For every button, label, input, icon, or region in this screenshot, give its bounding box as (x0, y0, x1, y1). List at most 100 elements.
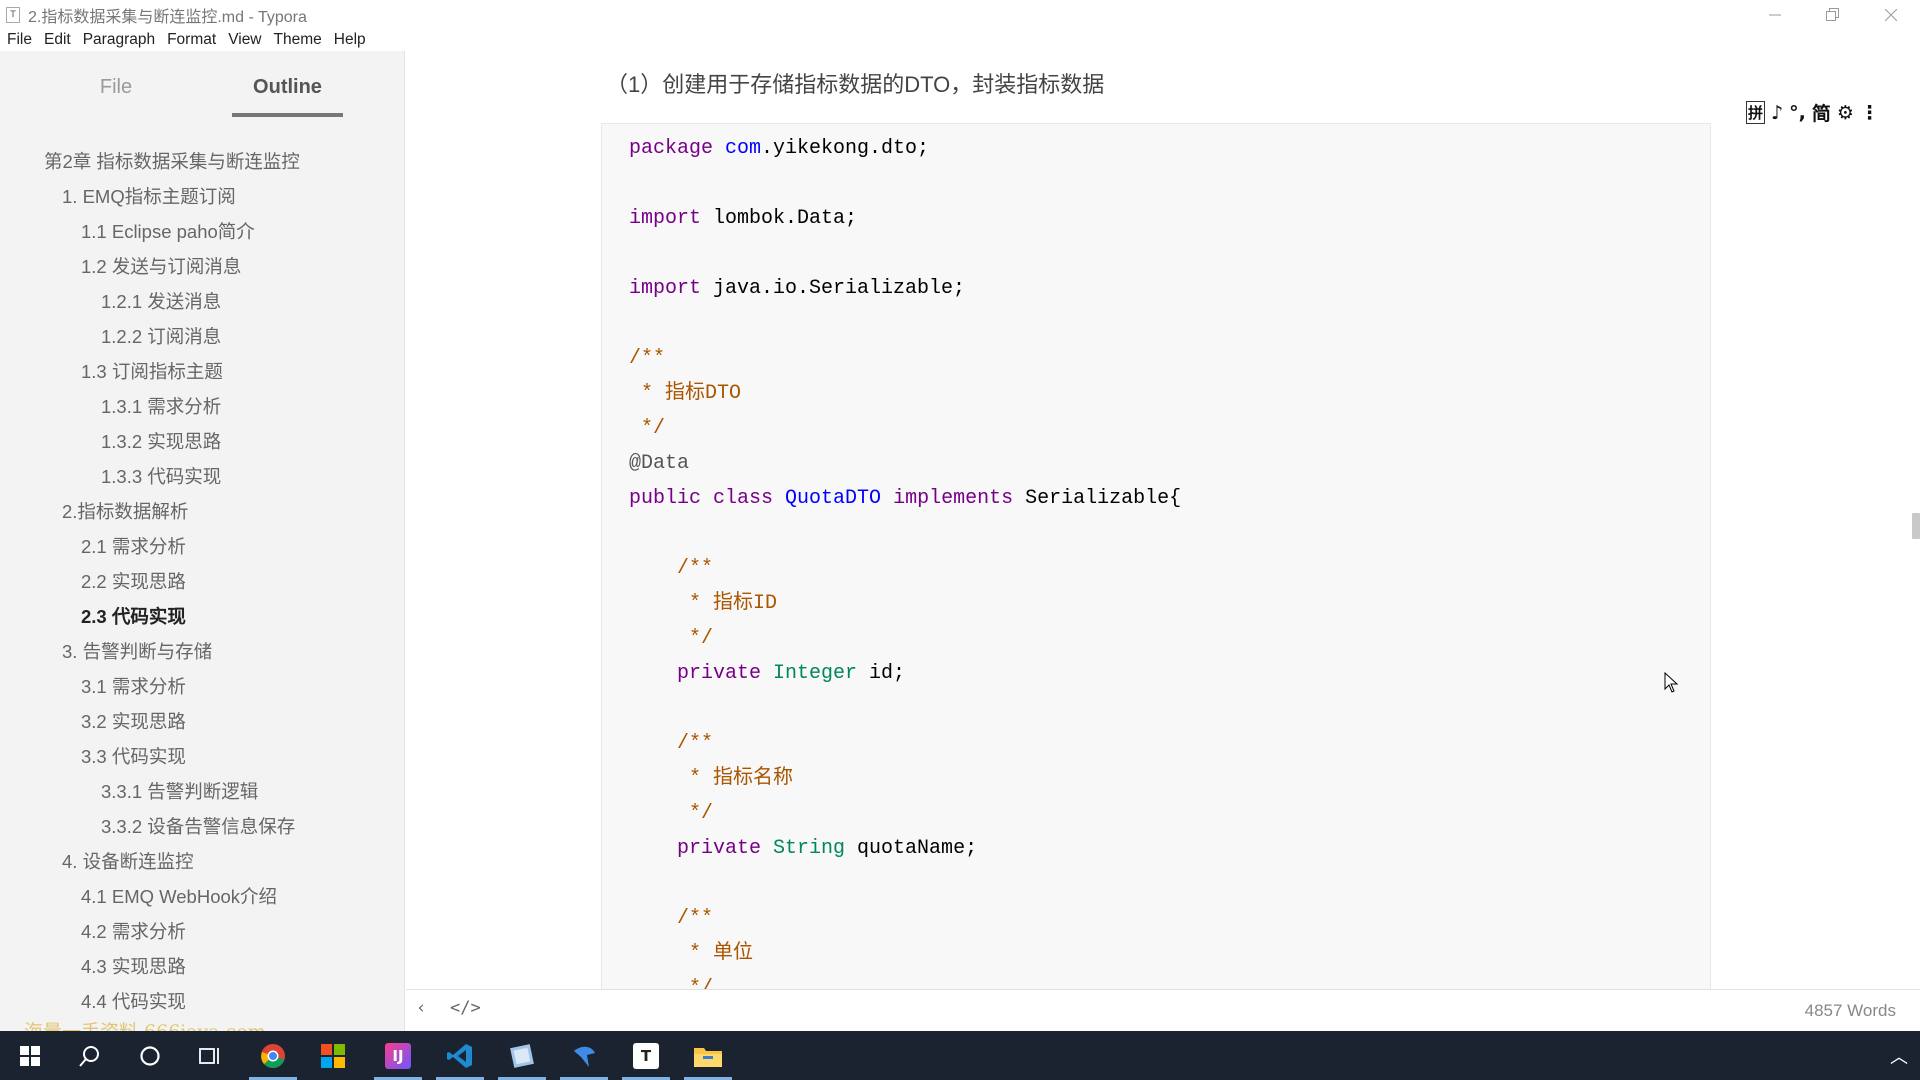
outline-item[interactable]: 3.3.1 告警判断逻辑 (101, 777, 258, 807)
outline-item[interactable]: 3. 告警判断与存储 (62, 637, 212, 667)
toggle-sidebar-button[interactable]: ‹ (416, 998, 426, 1018)
outline-item[interactable]: 1.3.1 需求分析 (101, 392, 221, 422)
menu-view[interactable]: View (228, 31, 261, 49)
code-token: com (725, 137, 762, 160)
minimize-button[interactable] (1746, 0, 1804, 29)
code-token: Serializable{ (1025, 487, 1182, 510)
menu-bar: File Edit Paragraph Format View Theme He… (0, 29, 405, 51)
code-token: public (629, 487, 714, 510)
code-token: * 指标名称 (629, 767, 794, 790)
taskbar-vscode[interactable] (430, 1031, 490, 1080)
outline-item[interactable]: 3.1 需求分析 (81, 672, 186, 702)
code-token: private (629, 662, 774, 685)
restore-icon (1826, 7, 1839, 21)
outline-item[interactable]: 1.3.2 实现思路 (101, 427, 221, 457)
outline-item[interactable]: 1.3 订阅指标主题 (81, 357, 223, 387)
chrome-icon (261, 1043, 285, 1068)
outline-item[interactable]: 1.2.1 发送消息 (101, 287, 221, 317)
code-line: */ (629, 624, 713, 654)
taskbar-intellij[interactable]: IJ (368, 1031, 428, 1080)
code-token: lombok.Data; (713, 207, 858, 230)
ime-pinyin-icon[interactable]: 拼 (1746, 101, 1766, 124)
title-bar: T 2.指标数据采集与断连监控.md - Typora (0, 0, 1920, 29)
mouse-pointer-icon (1664, 672, 1679, 693)
code-token: import (629, 207, 714, 230)
outline-item[interactable]: 2.2 实现思路 (81, 567, 186, 597)
word-count[interactable]: 4857 Words (1805, 1001, 1896, 1021)
window-controls (1746, 0, 1920, 29)
ime-punctuation-icon[interactable]: °, (1789, 102, 1806, 124)
code-token: /** (629, 557, 714, 580)
tray-chevron-icon[interactable]: ︿ (1890, 1043, 1908, 1069)
outline-item[interactable]: 4.2 需求分析 (81, 917, 186, 947)
menu-help[interactable]: Help (334, 31, 366, 49)
task-view-icon (199, 1047, 219, 1064)
code-line: import lombok.Data; (629, 204, 857, 234)
taskbar-typora[interactable]: T (616, 1031, 676, 1080)
status-bar: ‹ </> 4857 Words (406, 989, 1920, 1031)
menu-format[interactable]: Format (167, 31, 216, 49)
code-token: implements (893, 487, 1026, 510)
code-token: /** (629, 347, 666, 370)
close-button[interactable] (1862, 0, 1920, 29)
outline-item[interactable]: 4.1 EMQ WebHook介绍 (81, 882, 277, 912)
outline-item[interactable]: 4.3 实现思路 (81, 952, 186, 982)
ime-more-icon[interactable]: ⋮ (1860, 102, 1879, 124)
code-line: package com.yikekong.dto; (629, 134, 929, 164)
taskbar-chrome[interactable] (243, 1031, 303, 1080)
outline-item[interactable]: 3.2 实现思路 (81, 707, 186, 737)
outline-item[interactable]: 1. EMQ指标主题订阅 (62, 182, 236, 212)
outline-item[interactable]: 1.2.2 订阅消息 (101, 322, 221, 352)
editor[interactable]: （1）创建用于存储指标数据的DTO，封装指标数据 拼 ♪ °, 简 ⚙ ⋮ pa… (406, 29, 1920, 1023)
outline-item[interactable]: 1.2 发送与订阅消息 (81, 252, 241, 282)
source-code-mode-button[interactable]: </> (450, 998, 481, 1018)
code-line: /** (629, 554, 713, 584)
code-token: import (629, 277, 714, 300)
menu-file[interactable]: File (7, 31, 32, 49)
outline-item[interactable]: 2.1 需求分析 (81, 532, 186, 562)
outline-item[interactable]: 4.4 代码实现 (81, 987, 186, 1017)
restore-button[interactable] (1804, 0, 1862, 29)
ime-settings-icon[interactable]: ⚙ (1837, 102, 1854, 124)
sidebar: File Outline 第2章 指标数据采集与断连监控 1. EMQ指标主题订阅… (0, 51, 405, 1043)
file-explorer-icon (694, 1047, 722, 1067)
outline-item[interactable]: 1.3.3 代码实现 (101, 462, 221, 492)
code-line: @Data (629, 449, 689, 479)
code-token: class (713, 487, 786, 510)
code-token: * 单位 (629, 942, 754, 965)
menu-edit[interactable]: Edit (44, 31, 71, 49)
outline-item[interactable]: 第2章 指标数据采集与断连监控 (44, 147, 300, 177)
outline-item[interactable]: 1.1 Eclipse paho简介 (81, 217, 255, 247)
outline-item[interactable]: 3.3 代码实现 (81, 742, 186, 772)
typora-icon: T (633, 1042, 659, 1069)
task-view-button[interactable] (180, 1031, 240, 1080)
menu-theme[interactable]: Theme (274, 31, 322, 49)
intellij-icon: IJ (385, 1042, 411, 1069)
code-token: /** (629, 907, 714, 930)
scrollbar-thumb[interactable] (1912, 513, 1920, 539)
ime-moon-icon[interactable]: ♪ (1771, 102, 1783, 124)
menu-paragraph[interactable]: Paragraph (83, 31, 155, 49)
minimize-icon (1769, 14, 1781, 15)
ime-simplified-icon[interactable]: 简 (1812, 99, 1831, 126)
taskbar-file-explorer[interactable] (678, 1031, 738, 1080)
cortana-button[interactable] (120, 1031, 180, 1080)
code-line: /** (629, 729, 713, 759)
code-line: import java.io.Serializable; (629, 274, 965, 304)
code-token: * 指标DTO (629, 382, 742, 405)
start-button[interactable] (0, 1031, 60, 1080)
outline-item[interactable]: 2.3 代码实现 (81, 602, 186, 632)
code-line: * 单位 (629, 939, 753, 969)
code-line: /** (629, 344, 665, 374)
sidebar-tabs: File Outline (0, 69, 405, 119)
outline-item[interactable]: 2.指标数据解析 (62, 497, 188, 527)
taskbar-office[interactable] (303, 1031, 363, 1080)
outline-item[interactable]: 4. 设备断连监控 (62, 847, 194, 877)
search-button[interactable] (60, 1031, 120, 1080)
taskbar-feishu[interactable] (554, 1031, 614, 1080)
code-block[interactable]: package com.yikekong.dto; import lombok.D… (601, 123, 1711, 1023)
tab-file[interactable]: File (66, 69, 166, 113)
taskbar-notepad[interactable] (492, 1031, 552, 1080)
outline-item[interactable]: 3.3.2 设备告警信息保存 (101, 812, 295, 842)
tab-outline[interactable]: Outline (232, 69, 343, 117)
